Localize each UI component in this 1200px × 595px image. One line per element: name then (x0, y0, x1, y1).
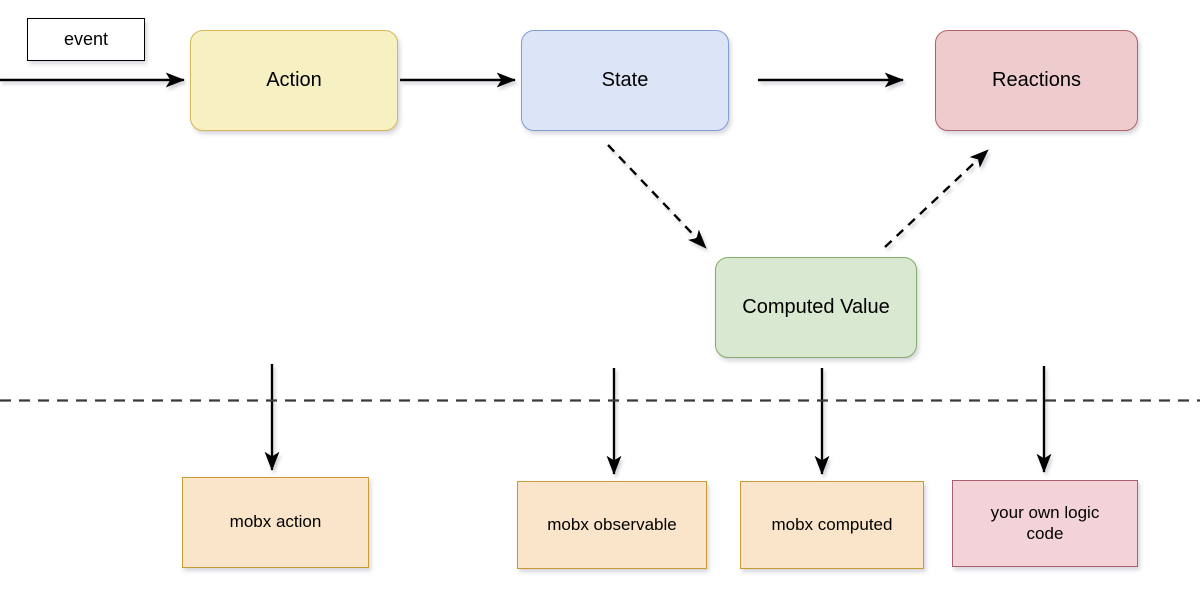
node-reactions-label: Reactions (992, 69, 1081, 92)
node-mobx-observable-label: mobx observable (547, 514, 677, 534)
node-event-label: event (63, 28, 109, 49)
node-mobx-computed-label: mobx computed (771, 514, 893, 534)
edge-computed-to-reactions (884, 149, 989, 248)
node-state[interactable]: State (521, 30, 729, 131)
node-action[interactable]: Action (190, 30, 398, 131)
node-state-label: State (601, 69, 649, 92)
node-computed-value[interactable]: Computed Value (715, 257, 917, 358)
node-mobx-observable[interactable]: mobx observable (517, 481, 707, 569)
node-your-own-logic-code[interactable]: your own logic code (952, 480, 1138, 567)
node-mobx-computed[interactable]: mobx computed (740, 481, 924, 569)
node-mobx-action-label: mobx action (229, 512, 322, 532)
edge-state-to-computed (607, 144, 707, 249)
node-event[interactable]: event (27, 18, 145, 61)
node-computed-value-label: Computed Value (742, 296, 890, 319)
node-your-own-logic-code-label: your own logic code (990, 502, 1100, 543)
node-action-label: Action (266, 69, 322, 92)
node-mobx-action[interactable]: mobx action (182, 477, 369, 568)
diagram-canvas: event Action State Reactions Computed Va… (0, 0, 1200, 595)
node-reactions[interactable]: Reactions (935, 30, 1138, 131)
